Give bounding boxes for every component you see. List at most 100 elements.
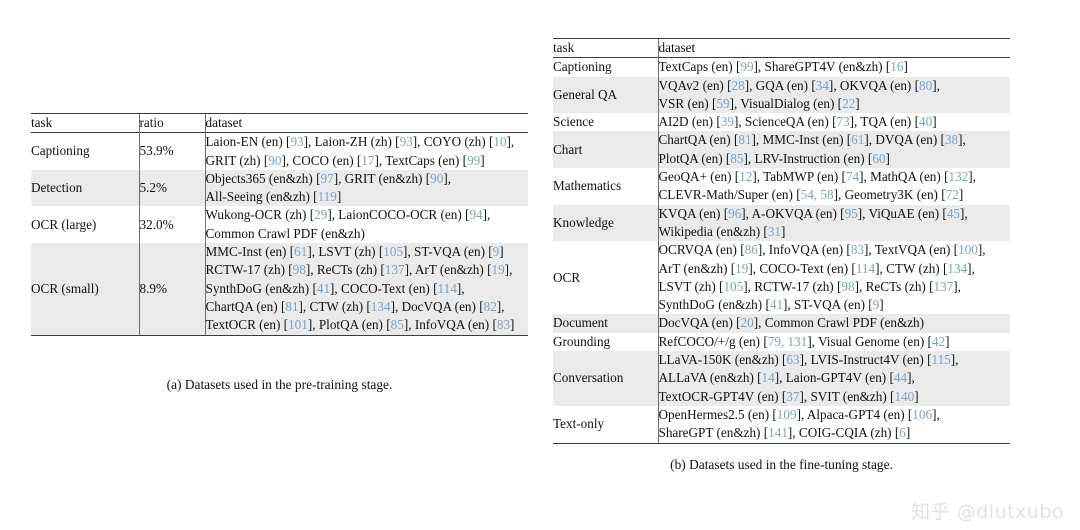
dataset-text: ], SVIT (en&zh) [ (799, 388, 895, 404)
citation-ref[interactable]: 105 (723, 279, 743, 294)
citation-ref[interactable]: 59 (716, 96, 729, 111)
table-row: Science AI2D (en) [39], ScienceQA (en) [7… (553, 113, 1010, 132)
citation-ref[interactable]: 99 (740, 59, 753, 74)
dataset-line: TextCaps (en) [99], ShareGPT4V (en&zh) [… (659, 58, 1011, 76)
citation-ref[interactable]: 109 (777, 407, 797, 422)
dataset-text: ], (482, 207, 491, 223)
table-b-caption: (b) Datasets used in the fine-tuning sta… (670, 457, 893, 472)
citation-ref[interactable]: 141 (768, 425, 788, 440)
citation-ref[interactable]: 34 (816, 78, 829, 93)
dataset-text: ], LaionCOCO-OCR (en) [ (327, 207, 470, 223)
citation-ref[interactable]: 6 (899, 425, 906, 440)
citation-ref[interactable]: 115 (931, 352, 950, 367)
dataset-text: ArT (en&zh) [ (658, 260, 736, 276)
citation-ref[interactable]: 40 (919, 114, 932, 129)
citation-ref[interactable]: 80 (919, 78, 932, 93)
dataset-text: ], COCO-Text (en) [ (748, 260, 856, 276)
citation-ref[interactable]: 97 (321, 171, 334, 186)
dataset-cell: Objects365 (en&zh) [97], GRIT (en&zh) [9… (204, 169, 528, 207)
citation-ref[interactable]: 73 (836, 114, 849, 129)
table-row: General QA VQAv2 (en) [28], GQA (en) [34]… (553, 76, 1010, 114)
citation-ref[interactable]: 90 (268, 153, 281, 168)
citation-ref[interactable]: 45 (947, 206, 960, 221)
citation-ref[interactable]: 28 (732, 78, 745, 93)
citation-ref[interactable]: 114 (438, 281, 457, 296)
citation-ref[interactable]: 132 (948, 169, 968, 184)
citation-ref[interactable]: 106 (912, 407, 932, 422)
finetuning-datasets-table-body: task dataset Captioning TextCaps (en) [99],… (553, 37, 1011, 444)
dataset-cell: OpenHermes2.5 (en) [109], Alpaca-GPT4 (e… (657, 405, 1011, 444)
citation-ref[interactable]: 41 (317, 281, 330, 296)
citation-ref[interactable]: 12 (739, 169, 752, 184)
citation-ref[interactable]: 137 (385, 262, 405, 277)
citation-ref[interactable]: 42 (932, 334, 945, 349)
citation-ref[interactable]: 90 (430, 171, 443, 186)
citation-ref[interactable]: 98 (293, 262, 306, 277)
citation-ref[interactable]: 63 (786, 352, 799, 367)
table-row: Document DocVQA (en) [20], Common Crawl P… (553, 314, 1010, 333)
citation-ref[interactable]: 81 (738, 132, 751, 147)
task-cell: Document (553, 315, 608, 331)
dataset-text: Objects365 (en&zh) [ (205, 170, 321, 186)
citation-ref[interactable]: 74 (846, 169, 859, 184)
dataset-text: ] (510, 317, 515, 333)
citation-ref[interactable]: 39 (721, 114, 734, 129)
citation-ref[interactable]: 134 (371, 299, 391, 314)
table-header-row: task ratio dataset (31, 112, 528, 133)
citation-ref[interactable]: 101 (288, 317, 308, 332)
dataset-line: Wukong-OCR (zh) [29], LaionCOCO-OCR (en)… (206, 206, 529, 224)
citation-ref[interactable]: 81 (285, 299, 298, 314)
dataset-line: OpenHermes2.5 (en) [109], Alpaca-GPT4 (e… (659, 406, 1011, 424)
citation-ref[interactable]: 96 (728, 206, 741, 221)
citation-ref[interactable]: 119 (318, 189, 337, 204)
citation-ref[interactable]: 19 (491, 262, 504, 277)
citation-ref[interactable]: 105 (383, 244, 403, 259)
citation-ref[interactable]: 94 (469, 207, 482, 222)
table-a-caption: (a) Datasets used in the pre-training st… (166, 377, 393, 392)
dataset-text: ], COCO-Text (en) [ (330, 280, 438, 296)
citation-ref[interactable]: 60 (872, 151, 885, 166)
citation-ref[interactable]: 100 (958, 242, 978, 257)
citation-ref[interactable]: 38 (945, 132, 958, 147)
dataset-text: ], (968, 169, 976, 185)
dataset-text: ] (879, 297, 884, 313)
citation-ref[interactable]: 29 (314, 207, 327, 222)
citation-ref[interactable]: 61 (851, 132, 864, 147)
citation-ref[interactable]: 98 (841, 279, 854, 294)
citation-ref[interactable]: 72 (946, 187, 959, 202)
citation-ref[interactable]: 20 (741, 315, 754, 330)
citation-ref[interactable]: 44 (894, 370, 907, 385)
citation-ref[interactable]: 85 (391, 317, 404, 332)
citation-ref[interactable]: 19 (735, 261, 748, 276)
citation-ref[interactable]: 22 (842, 96, 855, 111)
citation-ref[interactable]: 61 (294, 244, 307, 259)
citation-ref[interactable]: 14 (762, 370, 775, 385)
dataset-cell: MMC-Inst (en) [61], LSVT (zh) [105], ST-… (204, 243, 528, 336)
citation-ref[interactable]: 93 (400, 134, 413, 149)
citation-ref[interactable]: 10 (493, 134, 506, 149)
citation-ref[interactable]: 82 (484, 299, 497, 314)
column-header-task: task (553, 37, 658, 58)
citation-ref[interactable]: 93 (290, 134, 303, 149)
citation-ref[interactable]: 17 (361, 153, 374, 168)
citation-ref[interactable]: 86 (745, 242, 758, 257)
citation-ref[interactable]: 54, 58 (801, 187, 834, 202)
citation-ref[interactable]: 37 (786, 389, 799, 404)
citation-ref[interactable]: 85 (730, 151, 743, 166)
citation-ref[interactable]: 31 (768, 224, 781, 239)
citation-ref[interactable]: 83 (497, 317, 510, 332)
citation-ref[interactable]: 95 (845, 206, 858, 221)
citation-ref[interactable]: 140 (894, 389, 914, 404)
citation-ref[interactable]: 114 (856, 261, 875, 276)
citation-ref[interactable]: 79, 131 (768, 334, 808, 349)
dataset-text: ], Visual Genome (en) [ (807, 333, 932, 349)
citation-ref[interactable]: 137 (934, 279, 954, 294)
citation-ref[interactable]: 16 (890, 59, 903, 74)
citation-ref[interactable]: 41 (770, 297, 783, 312)
citation-ref[interactable]: 83 (851, 242, 864, 257)
dataset-text: ] (480, 152, 485, 168)
table-row: Captioning 53.9% Laion-EN (en) [93], Laion… (31, 132, 528, 170)
citation-ref[interactable]: 134 (947, 261, 967, 276)
column-header-dataset: dataset (204, 112, 528, 133)
citation-ref[interactable]: 99 (467, 153, 480, 168)
